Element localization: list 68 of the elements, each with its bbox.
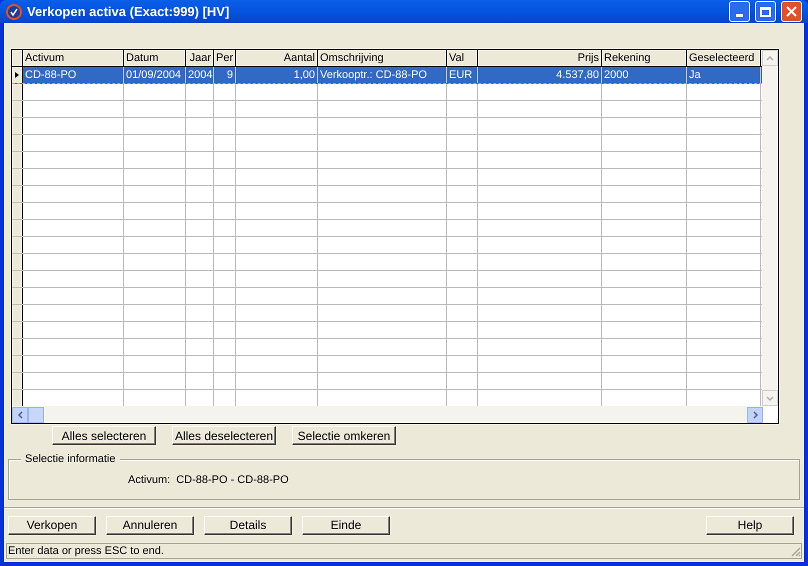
button[interactable]: Alles selecteren xyxy=(52,426,156,445)
row-header[interactable] xyxy=(12,322,23,338)
button[interactable]: Details xyxy=(204,516,292,534)
scroll-thumb[interactable] xyxy=(28,406,44,422)
row-header[interactable] xyxy=(12,288,23,304)
button[interactable]: Annuleren xyxy=(106,516,194,534)
row-pointer-icon xyxy=(15,72,19,78)
row-header[interactable] xyxy=(12,152,23,168)
column-header[interactable]: Per xyxy=(214,50,236,66)
table-cell: CD-88-PO xyxy=(23,67,124,83)
row-header[interactable] xyxy=(12,390,23,406)
info-label: Activum: xyxy=(128,473,170,488)
button[interactable]: Alles deselecteren xyxy=(172,426,276,445)
table-cell: 4.537,80 xyxy=(478,67,602,83)
scroll-right-icon xyxy=(752,410,758,418)
scroll-up-icon xyxy=(766,56,774,60)
button[interactable]: Help xyxy=(706,516,794,534)
row-header[interactable] xyxy=(12,169,23,185)
row-header[interactable] xyxy=(12,356,23,372)
table-cell: 9 xyxy=(214,67,236,83)
info-value: CD-88-PO - CD-88-PO xyxy=(176,473,289,488)
row-header[interactable] xyxy=(12,186,23,202)
table-cell: 1,00 xyxy=(236,67,318,83)
maximize-icon xyxy=(760,6,771,16)
row-header[interactable] xyxy=(12,203,23,219)
scroll-down-icon xyxy=(766,396,774,400)
column-header[interactable]: Activum xyxy=(23,50,124,66)
row-header[interactable] xyxy=(12,84,23,100)
column-header[interactable]: Datum xyxy=(124,50,186,66)
row-header[interactable] xyxy=(12,237,23,253)
table-cell: 2000 xyxy=(602,67,687,83)
vertical-scrollbar[interactable] xyxy=(762,50,778,406)
table-cell: 2004 xyxy=(186,67,214,83)
close-icon xyxy=(786,6,797,17)
table-cell: Verkooptr.: CD-88-PO xyxy=(318,67,447,83)
button[interactable]: Einde xyxy=(302,516,390,534)
button[interactable]: Verkopen xyxy=(8,516,96,534)
row-header[interactable] xyxy=(12,373,23,389)
column-header[interactable]: Rekening xyxy=(602,50,687,66)
status-text: Enter data or press ESC to end. xyxy=(7,544,165,559)
scroll-left-icon xyxy=(18,410,22,418)
row-header[interactable] xyxy=(12,67,23,83)
minimize-icon xyxy=(736,14,743,17)
row-header[interactable] xyxy=(12,135,23,151)
column-header[interactable]: Val xyxy=(447,50,478,66)
column-header[interactable]: Omschrijving xyxy=(318,50,447,66)
row-header[interactable] xyxy=(12,339,23,355)
table-cell: Ja xyxy=(687,67,761,83)
row-header[interactable] xyxy=(12,254,23,270)
table-cell: 01/09/2004 xyxy=(124,67,186,83)
row-header[interactable] xyxy=(12,271,23,287)
maximize-button[interactable] xyxy=(755,1,776,22)
column-header[interactable]: Aantal xyxy=(236,50,318,66)
column-header[interactable]: Prijs xyxy=(478,50,602,66)
window-title: Verkopen activa (Exact:999) [HV] xyxy=(27,2,230,21)
row-header[interactable] xyxy=(12,101,23,117)
button[interactable]: Selectie omkeren xyxy=(292,426,396,445)
close-button[interactable] xyxy=(781,1,802,22)
table-cell: EUR xyxy=(447,67,478,83)
row-header[interactable] xyxy=(12,118,23,134)
horizontal-scrollbar[interactable] xyxy=(12,406,763,423)
column-header[interactable]: Geselecteerd xyxy=(687,50,761,66)
table-row[interactable]: CD-88-PO 01/09/2004 2004 9 1,00 Verkooptr.: CD-88-PO EUR 4.537,80 2000 Ja xyxy=(12,67,762,84)
row-header[interactable] xyxy=(12,220,23,236)
row-header[interactable] xyxy=(12,305,23,321)
column-header[interactable]: Jaar xyxy=(186,50,214,66)
app-icon xyxy=(6,4,22,20)
minimize-button[interactable] xyxy=(729,1,750,22)
